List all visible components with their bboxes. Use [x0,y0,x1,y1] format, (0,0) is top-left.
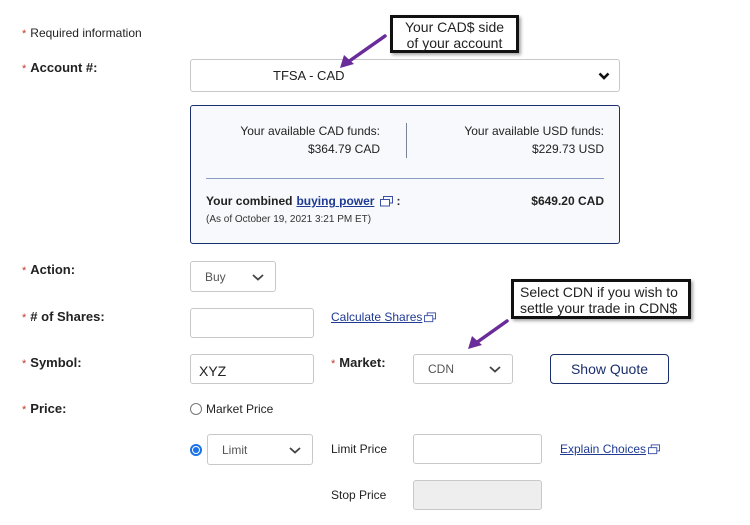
required-information-text: Required information [30,26,142,40]
new-window-icon[interactable] [380,195,394,207]
combined-buying-power: Your combined buying power : [206,194,400,208]
required-marker: * [331,358,336,370]
shares-label: * # of Shares: [22,309,105,324]
callout-line: of your account [406,35,503,51]
required-marker: * [22,265,27,277]
shares-label-text: # of Shares: [30,309,105,324]
price-label: * Price: [22,401,66,416]
stop-price-input[interactable] [413,480,542,510]
price-label-text: Price: [30,401,67,416]
funds-divider [406,123,407,158]
symbol-label: * Symbol: [22,355,82,370]
calculate-shares-text[interactable]: Calculate Shares [331,310,422,324]
symbol-input[interactable] [190,354,314,384]
annotation-arrow-icon [468,319,509,349]
chevron-down-icon [252,273,264,281]
market-callout: Select CDN if you wish to settle your tr… [511,279,691,319]
buying-power-link[interactable]: buying power [296,194,374,208]
market-label: * Market: [331,355,386,370]
combined-buying-power-value: $649.20 CAD [531,194,604,208]
market-select-value: CDN [428,362,454,376]
order-type-value: Limit [222,442,248,457]
account-label: * Account #: [22,60,97,75]
required-marker: * [22,63,27,75]
limit-radio[interactable] [190,444,202,456]
cad-funds: Your available CAD funds: $364.79 CAD [240,122,380,158]
cad-funds-label: Your available CAD funds: [240,124,380,138]
new-window-icon[interactable] [424,311,437,323]
cad-funds-value: $364.79 CAD [307,142,380,156]
account-label-text: Account #: [30,60,98,75]
funds-separator [206,178,604,179]
calculate-shares-link[interactable]: Calculate Shares [331,310,437,324]
usd-funds: Your available USD funds: $229.73 USD [464,122,604,158]
shares-input[interactable] [190,308,314,338]
limit-price-label: Limit Price [331,442,388,456]
callout-line: Select CDN if you wish to [520,284,678,300]
chevron-down-icon [598,72,610,80]
account-select[interactable]: TFSA - CAD [190,59,620,92]
usd-funds-value: $229.73 USD [531,142,604,156]
required-marker: * [22,312,27,324]
chevron-down-icon [489,366,501,373]
show-quote-button[interactable]: Show Quote [550,354,669,384]
callout-line: Your CAD$ side [404,19,505,35]
order-type-select[interactable]: Limit [207,434,313,465]
chevron-down-icon [289,446,301,454]
new-window-icon[interactable] [648,443,661,455]
market-select[interactable]: CDN [413,354,513,384]
callout-line: settle your trade in CDN$ [520,300,678,316]
required-marker: * [22,358,27,370]
market-price-label: Market Price [206,402,274,416]
as-of-timestamp: (As of October 19, 2021 3:21 PM ET) [206,214,372,225]
account-callout: Your CAD$ side of your account [390,15,519,53]
market-price-radio[interactable] [190,403,202,415]
action-label-text: Action: [30,262,76,277]
action-select[interactable]: Buy [190,261,276,292]
combined-prefix: Your combined [206,194,293,208]
usd-funds-label: Your available USD funds: [464,124,604,138]
required-marker: * [22,404,27,416]
stop-price-label: Stop Price [331,488,387,502]
symbol-label-text: Symbol: [30,355,82,370]
explain-choices-link[interactable]: Explain Choices [560,442,661,456]
available-funds-panel: Your available CAD funds: $364.79 CAD Yo… [190,105,620,244]
action-label: * Action: [22,262,75,277]
explain-choices-text[interactable]: Explain Choices [560,442,646,456]
combined-suffix: : [396,194,401,208]
required-information-note: * Required information [22,26,142,40]
limit-price-input[interactable] [413,434,542,464]
market-label-text: Market: [339,355,386,370]
action-select-value: Buy [205,269,226,284]
market-price-option[interactable]: Market Price [190,402,273,416]
annotation-arrow-icon [340,34,387,68]
required-marker: * [22,28,27,40]
